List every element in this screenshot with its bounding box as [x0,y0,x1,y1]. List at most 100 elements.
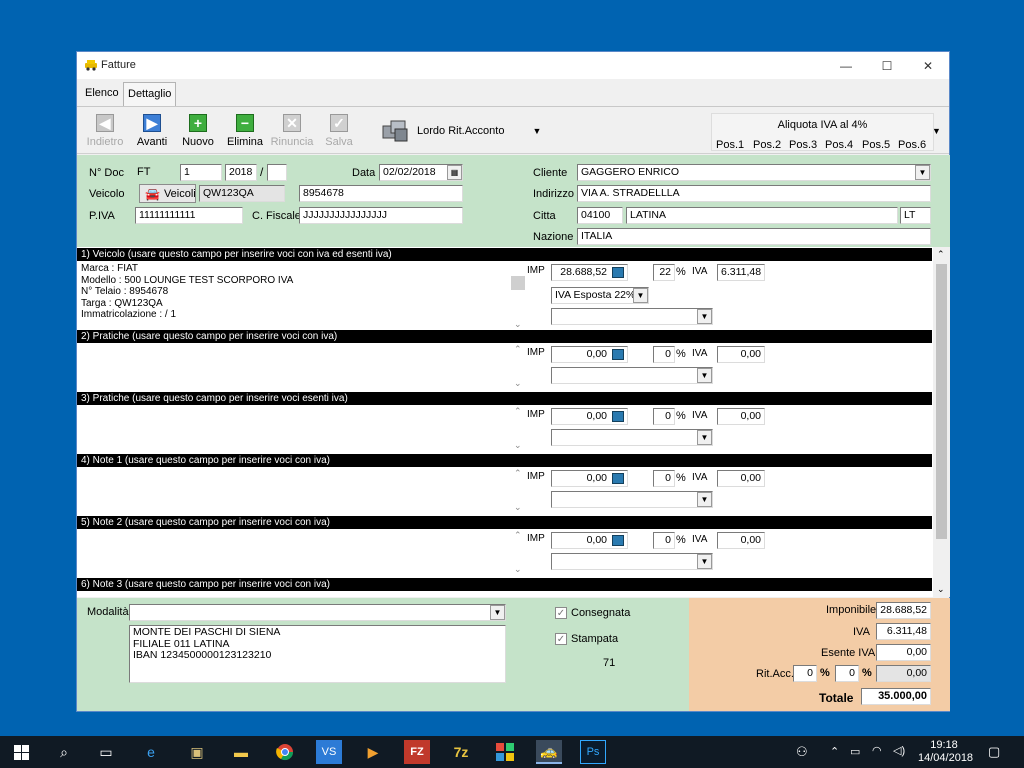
targa-field[interactable]: QW123QA [199,185,285,202]
textarea-scrollbar[interactable]: ⌃ ⌄ [511,530,525,575]
chevron-down-icon[interactable]: ▼ [697,554,712,569]
doc-suffix-field[interactable] [267,164,287,181]
piva-field[interactable]: 11111111111 [135,207,243,224]
provincia-field[interactable]: LT [900,207,931,224]
calculator-icon[interactable] [612,349,624,360]
calendar-icon[interactable]: ▦ [447,165,462,180]
filezilla-button[interactable]: FZ [404,740,430,764]
wifi-icon[interactable]: ◠ [872,744,882,768]
section-combo[interactable] [551,553,713,570]
chevron-down-icon[interactable]: ⌄ [514,502,522,513]
bank-details-textarea[interactable]: MONTE DEI PASCHI DI SIENA FILIALE 011 LA… [129,625,506,683]
chevron-down-icon[interactable]: ▼ [697,309,712,324]
tab-dettaglio[interactable]: Dettaglio [123,82,177,106]
section-combo[interactable] [551,429,713,446]
iva-field[interactable]: 0,00 [717,408,765,425]
photoshop-button[interactable]: Ps [580,740,606,764]
calculator-icon[interactable] [612,535,624,546]
chevron-down-icon[interactable]: ⌄ [514,319,522,330]
section-combo[interactable] [551,308,713,325]
chevron-up-icon[interactable]: ⌃ [511,468,525,479]
calculator-icon[interactable] [612,267,624,278]
cf-field[interactable]: JJJJJJJJJJJJJJJJ [299,207,463,224]
iva-field[interactable]: 0,00 [717,470,765,487]
chevron-down-icon[interactable]: ▼ [633,288,648,303]
pos-6[interactable]: Pos.6 [898,139,926,151]
calculator-icon[interactable] [612,473,624,484]
chevron-down-icon[interactable]: ▼ [697,492,712,507]
close-button[interactable]: ✕ [908,52,948,79]
avanti-button[interactable]: ▶ Avanti [127,114,177,148]
veicoli-button[interactable]: 🚘 Veicoli [139,184,196,203]
fatture-app-button[interactable]: 🚕 [536,740,562,764]
textarea-scrollbar[interactable]: ⌃ ⌄ [511,344,525,389]
nazione-field[interactable]: ITALIA [577,228,931,245]
salva-button[interactable]: ✓ Salva [314,114,364,148]
app-button[interactable]: ▣ [184,740,210,764]
pos-4[interactable]: Pos.4 [825,139,853,151]
start-button[interactable] [8,740,34,764]
chevron-down-icon[interactable]: ▼ [697,368,712,383]
consegnata-checkbox[interactable]: ✓ [555,607,567,619]
calculator-icon[interactable] [612,411,624,422]
section-textarea[interactable]: Marca : FIAT Modello : 500 LOUNGE TEST S… [81,263,511,321]
iva-perc-field[interactable]: 0 [653,346,675,363]
people-icon[interactable]: ⚇ [796,744,808,768]
chevron-down-icon[interactable]: ⌄ [514,440,522,451]
pos-2[interactable]: Pos.2 [753,139,781,151]
textarea-scrollbar[interactable]: ⌃ ⌄ [511,468,525,513]
iva-field[interactable]: 0,00 [717,532,765,549]
search-button[interactable]: ⌕ [51,740,77,764]
chevron-up-icon[interactable]: ⌃ [511,530,525,541]
section-combo[interactable] [551,491,713,508]
cliente-select[interactable]: GAGGERO ENRICO [577,164,931,181]
pos-5[interactable]: Pos.5 [862,139,890,151]
chevron-down-icon[interactable]: ▼ [490,605,505,620]
iva-perc-field[interactable]: 22 [653,264,675,281]
modalita-select[interactable] [129,604,506,621]
iva-total-field[interactable]: 6.311,48 [876,623,931,640]
app-button[interactable] [492,740,518,764]
chevron-up-icon[interactable]: ⌃ [511,406,525,417]
file-explorer-button[interactable]: ▬ [228,740,254,764]
chevron-down-icon[interactable]: ▼ [932,126,941,136]
doc-year-field[interactable]: 2018 [225,164,257,181]
rinuncia-button[interactable]: ✕ Rinuncia [267,114,317,148]
citta-field[interactable]: LATINA [626,207,898,224]
cap-field[interactable]: 04100 [577,207,623,224]
indirizzo-field[interactable]: VIA A. STRADELLLA [577,185,931,202]
edge-button[interactable]: e [138,740,164,764]
task-view-button[interactable]: ▭ [93,740,119,764]
section-combo[interactable] [551,367,713,384]
imponibile-field[interactable]: 28.688,52 [876,602,931,619]
nuovo-button[interactable]: + Nuovo [173,114,223,148]
media-player-button[interactable]: ▶ [360,740,386,764]
battery-icon[interactable]: ▭ [850,745,860,768]
maximize-button[interactable]: ☐ [867,52,907,79]
iva-perc-field[interactable]: 0 [653,532,675,549]
ritacc-perc2-field[interactable]: 0 [835,665,859,682]
iva-field[interactable]: 0,00 [717,346,765,363]
chevron-down-icon[interactable]: ⌄ [514,378,522,389]
lordo-rit-acconto-button[interactable]: Lordo Rit.Acconto ▼ [381,118,541,144]
scroll-thumb[interactable] [936,264,947,539]
chevron-down-icon[interactable]: ▼ [915,165,930,180]
pos-3[interactable]: Pos.3 [789,139,817,151]
chrome-button[interactable] [272,740,298,764]
volume-icon[interactable]: ◁) [893,744,905,768]
notification-icon[interactable]: ▢ [988,744,1000,768]
iva-perc-field[interactable]: 0 [653,408,675,425]
esente-field[interactable]: 0,00 [876,644,931,661]
chevron-down-icon[interactable]: ⌄ [937,584,945,595]
telaio-field[interactable]: 8954678 [299,185,463,202]
indietro-button[interactable]: ◀ Indietro [80,114,130,148]
iva-field[interactable]: 6.311,48 [717,264,765,281]
chevron-up-icon[interactable]: ⌃ [830,745,839,768]
totale-field[interactable]: 35.000,00 [861,688,931,705]
clock[interactable]: 19:18 14/04/2018 [918,739,973,768]
textarea-scrollbar[interactable]: ⌄ [511,262,525,330]
doc-number-field[interactable]: 1 [180,164,222,181]
chevron-up-icon[interactable]: ⌃ [511,344,525,355]
elimina-button[interactable]: − Elimina [220,114,270,148]
visual-studio-button[interactable]: VS [316,740,342,764]
